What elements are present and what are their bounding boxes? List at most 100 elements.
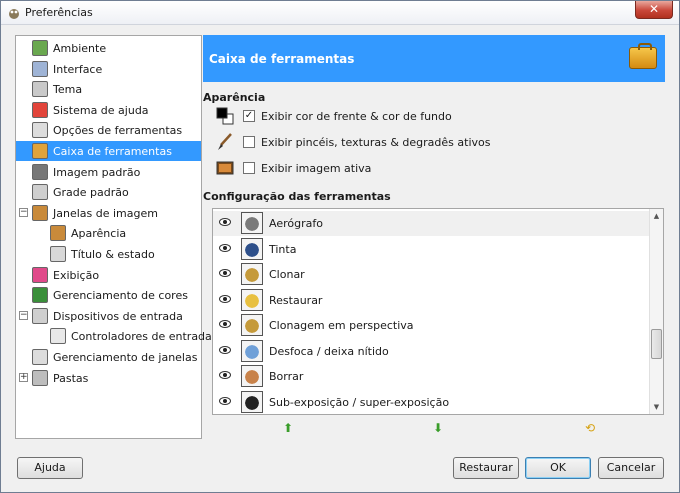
tool-row[interactable]: Borrar	[213, 364, 649, 389]
scroll-thumb[interactable]	[651, 329, 662, 359]
tool-row[interactable]: Sub-exposição / super-exposição	[213, 390, 649, 415]
tree-expander-icon[interactable]: −	[19, 207, 28, 217]
tool-row[interactable]: Tinta	[213, 237, 649, 262]
blur-sharpen-icon	[241, 339, 263, 362]
sidebar-item[interactable]: Título & estado	[16, 244, 201, 264]
tool-label: Clonar	[269, 268, 305, 281]
reset-icon: ⟲	[584, 421, 596, 435]
tool-row[interactable]: Desfoca / deixa nítido	[213, 339, 649, 364]
visibility-eye-icon[interactable]	[219, 269, 231, 277]
sidebar-item[interactable]: Ambiente	[16, 38, 201, 58]
sidebar-item-label: Janelas de imagem	[53, 206, 158, 220]
move-up-button[interactable]: ⬆	[281, 421, 295, 435]
sidebar-item[interactable]: Sistema de ajuda	[16, 100, 201, 120]
tool-row[interactable]: Restaurar	[213, 288, 649, 313]
visibility-eye-icon[interactable]	[219, 320, 231, 328]
sidebar-item-label: Interface	[53, 62, 103, 76]
visibility-eye-icon[interactable]	[219, 345, 231, 354]
sidebar-item-label: Caixa de ferramentas	[53, 145, 172, 158]
tree-expander-icon[interactable]: −	[19, 310, 28, 320]
heal-icon	[241, 288, 263, 311]
page-banner: Caixa de ferramentas	[203, 35, 665, 82]
checkbox-fg-bg-color[interactable]: ✓	[243, 110, 255, 122]
tool-row[interactable]: Clonar	[213, 262, 649, 287]
reset-button[interactable]: Restaurar	[453, 457, 519, 479]
visibility-eye-icon[interactable]	[219, 243, 231, 252]
ink-icon	[241, 237, 263, 260]
visibility-eye-icon[interactable]	[219, 371, 231, 379]
sidebar-item[interactable]: − Janelas de imagem	[16, 203, 201, 223]
option-show-fg-bg-color[interactable]: ✓ Exibir cor de frente & cor de fundo	[213, 105, 653, 127]
appearance-heading: Aparência	[203, 91, 266, 104]
visibility-eye-icon[interactable]	[219, 396, 231, 405]
arrow-up-icon: ⬆	[282, 421, 294, 435]
checkbox-brushes[interactable]	[243, 136, 255, 148]
title-bar[interactable]: Preferências ✕	[1, 1, 679, 25]
sidebar-item-label: Aparência	[71, 227, 127, 241]
window-title: Preferências	[25, 6, 93, 19]
appearance-icon	[50, 225, 66, 242]
tool-label: Borrar	[269, 370, 304, 383]
toolbox-icon	[32, 143, 48, 159]
active-image-icon	[216, 161, 234, 175]
tree-expander-icon[interactable]: +	[19, 372, 28, 382]
ok-button[interactable]: OK	[525, 457, 591, 479]
tool-label: Aerógrafo	[269, 217, 323, 230]
perspective-clone-icon	[241, 314, 263, 336]
sidebar-item-label: Controladores de entrada	[71, 330, 212, 344]
sidebar-item-label: Sistema de ajuda	[53, 103, 149, 117]
sidebar-item-label: Pastas	[53, 371, 89, 385]
sidebar-item[interactable]: Imagem padrão	[16, 162, 201, 182]
sidebar-item[interactable]: + Pastas	[16, 368, 201, 388]
input-devices-icon	[32, 307, 48, 324]
checkbox-active-image[interactable]	[243, 162, 255, 174]
cancel-button[interactable]: Cancelar	[598, 457, 664, 479]
brush-icon	[218, 133, 232, 150]
sidebar-item[interactable]: Controladores de entrada	[16, 326, 212, 346]
sidebar-item-label: Ambiente	[53, 42, 107, 55]
sidebar-item-label: Exibição	[53, 268, 100, 282]
scroll-up-icon[interactable]: ▲	[650, 209, 663, 223]
move-down-button[interactable]: ⬇	[431, 421, 445, 435]
sidebar-item[interactable]: Caixa de ferramentas	[16, 141, 201, 161]
sidebar-item[interactable]: Gerenciamento de cores	[16, 285, 201, 305]
sidebar-item[interactable]: Grade padrão	[16, 182, 201, 202]
sidebar-item[interactable]: Interface	[16, 59, 201, 79]
reset-tools-button[interactable]: ⟲	[583, 421, 597, 435]
scroll-down-icon[interactable]: ▼	[650, 400, 663, 414]
preferences-tree[interactable]: Ambiente Interface Tema Sistema de ajuda Opç…	[15, 35, 212, 439]
window-close-button[interactable]: ✕	[635, 1, 673, 19]
tool-label: Clonagem em perspectiva	[269, 319, 414, 332]
gimp-app-icon	[9, 9, 19, 19]
sidebar-item[interactable]: Opções de ferramentas	[16, 120, 201, 140]
title-status-icon	[50, 246, 66, 262]
fg-bg-color-icon	[216, 107, 234, 125]
visibility-eye-icon[interactable]	[219, 294, 231, 303]
arrow-down-icon: ⬇	[432, 421, 444, 435]
theme-icon	[32, 81, 48, 98]
option-show-brushes[interactable]: Exibir pincéis, texturas & degradês ativ…	[213, 131, 653, 153]
sidebar-item-label: Dispositivos de entrada	[53, 309, 183, 323]
clone-icon	[241, 263, 263, 285]
sidebar-item[interactable]: − Dispositivos de entrada	[16, 306, 201, 326]
dialog-content: Ambiente Interface Tema Sistema de ajuda Opç…	[9, 31, 673, 486]
option-label: Exibir cor de frente & cor de fundo	[261, 110, 452, 123]
sidebar-item[interactable]: Tema	[16, 79, 201, 99]
tool-list-scrollbar[interactable]: ▲ ▼	[649, 209, 663, 414]
tool-row[interactable]: Aerógrafo	[213, 211, 649, 236]
sidebar-item[interactable]: Gerenciamento de janelas	[16, 347, 201, 367]
sidebar-item[interactable]: Aparência	[16, 223, 201, 243]
option-label: Exibir pincéis, texturas & degradês ativ…	[261, 136, 491, 149]
tool-list[interactable]: Sub-exposição / super-exposição Borrar Des…	[212, 208, 664, 415]
lifebuoy-icon	[32, 101, 48, 118]
tool-label: Desfoca / deixa nítido	[269, 344, 389, 358]
visibility-eye-icon[interactable]	[219, 218, 231, 226]
option-show-active-image[interactable]: Exibir imagem ativa	[213, 157, 653, 179]
sidebar-item[interactable]: Exibição	[16, 265, 201, 285]
airbrush-icon	[241, 212, 263, 234]
help-button[interactable]: Ajuda	[17, 457, 83, 479]
tool-label: Tinta	[269, 242, 297, 256]
tool-row[interactable]: Clonagem em perspectiva	[213, 313, 649, 338]
sidebar-item-label: Gerenciamento de janelas	[53, 351, 198, 364]
tool-options-icon	[32, 122, 48, 139]
